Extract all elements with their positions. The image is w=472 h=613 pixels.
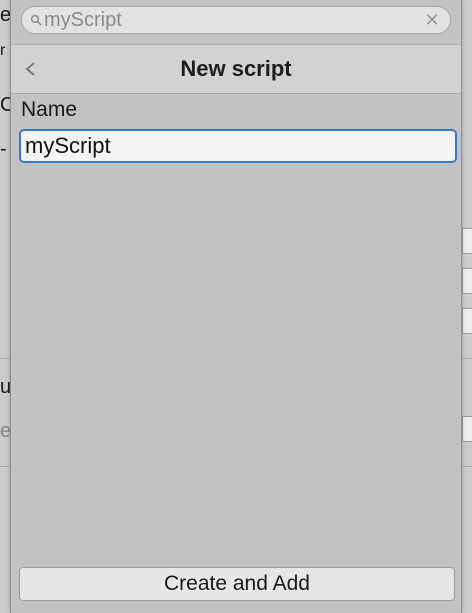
- search-input[interactable]: [44, 9, 414, 31]
- background-text-fragment: -: [0, 138, 7, 160]
- background-text-fragment: r: [0, 42, 6, 59]
- background-divider: [462, 358, 472, 359]
- name-label: Name: [21, 98, 78, 121]
- clear-search-icon[interactable]: ✕: [422, 10, 442, 30]
- background-divider: [462, 466, 472, 467]
- search-bar: ✕: [21, 6, 451, 34]
- background-field: [462, 416, 472, 442]
- script-name-input[interactable]: [19, 129, 457, 163]
- page-title: New script: [180, 56, 292, 81]
- background-field: [462, 228, 472, 254]
- create-and-add-button[interactable]: Create and Add: [19, 567, 455, 601]
- add-component-popup: ✕ New script Name Create and Add: [10, 0, 462, 613]
- background-divider: [0, 358, 10, 359]
- background-field: [462, 268, 472, 294]
- background-divider: [0, 466, 10, 467]
- search-icon: [30, 14, 42, 26]
- background-field: [462, 308, 472, 334]
- popup-header: New script: [11, 44, 461, 94]
